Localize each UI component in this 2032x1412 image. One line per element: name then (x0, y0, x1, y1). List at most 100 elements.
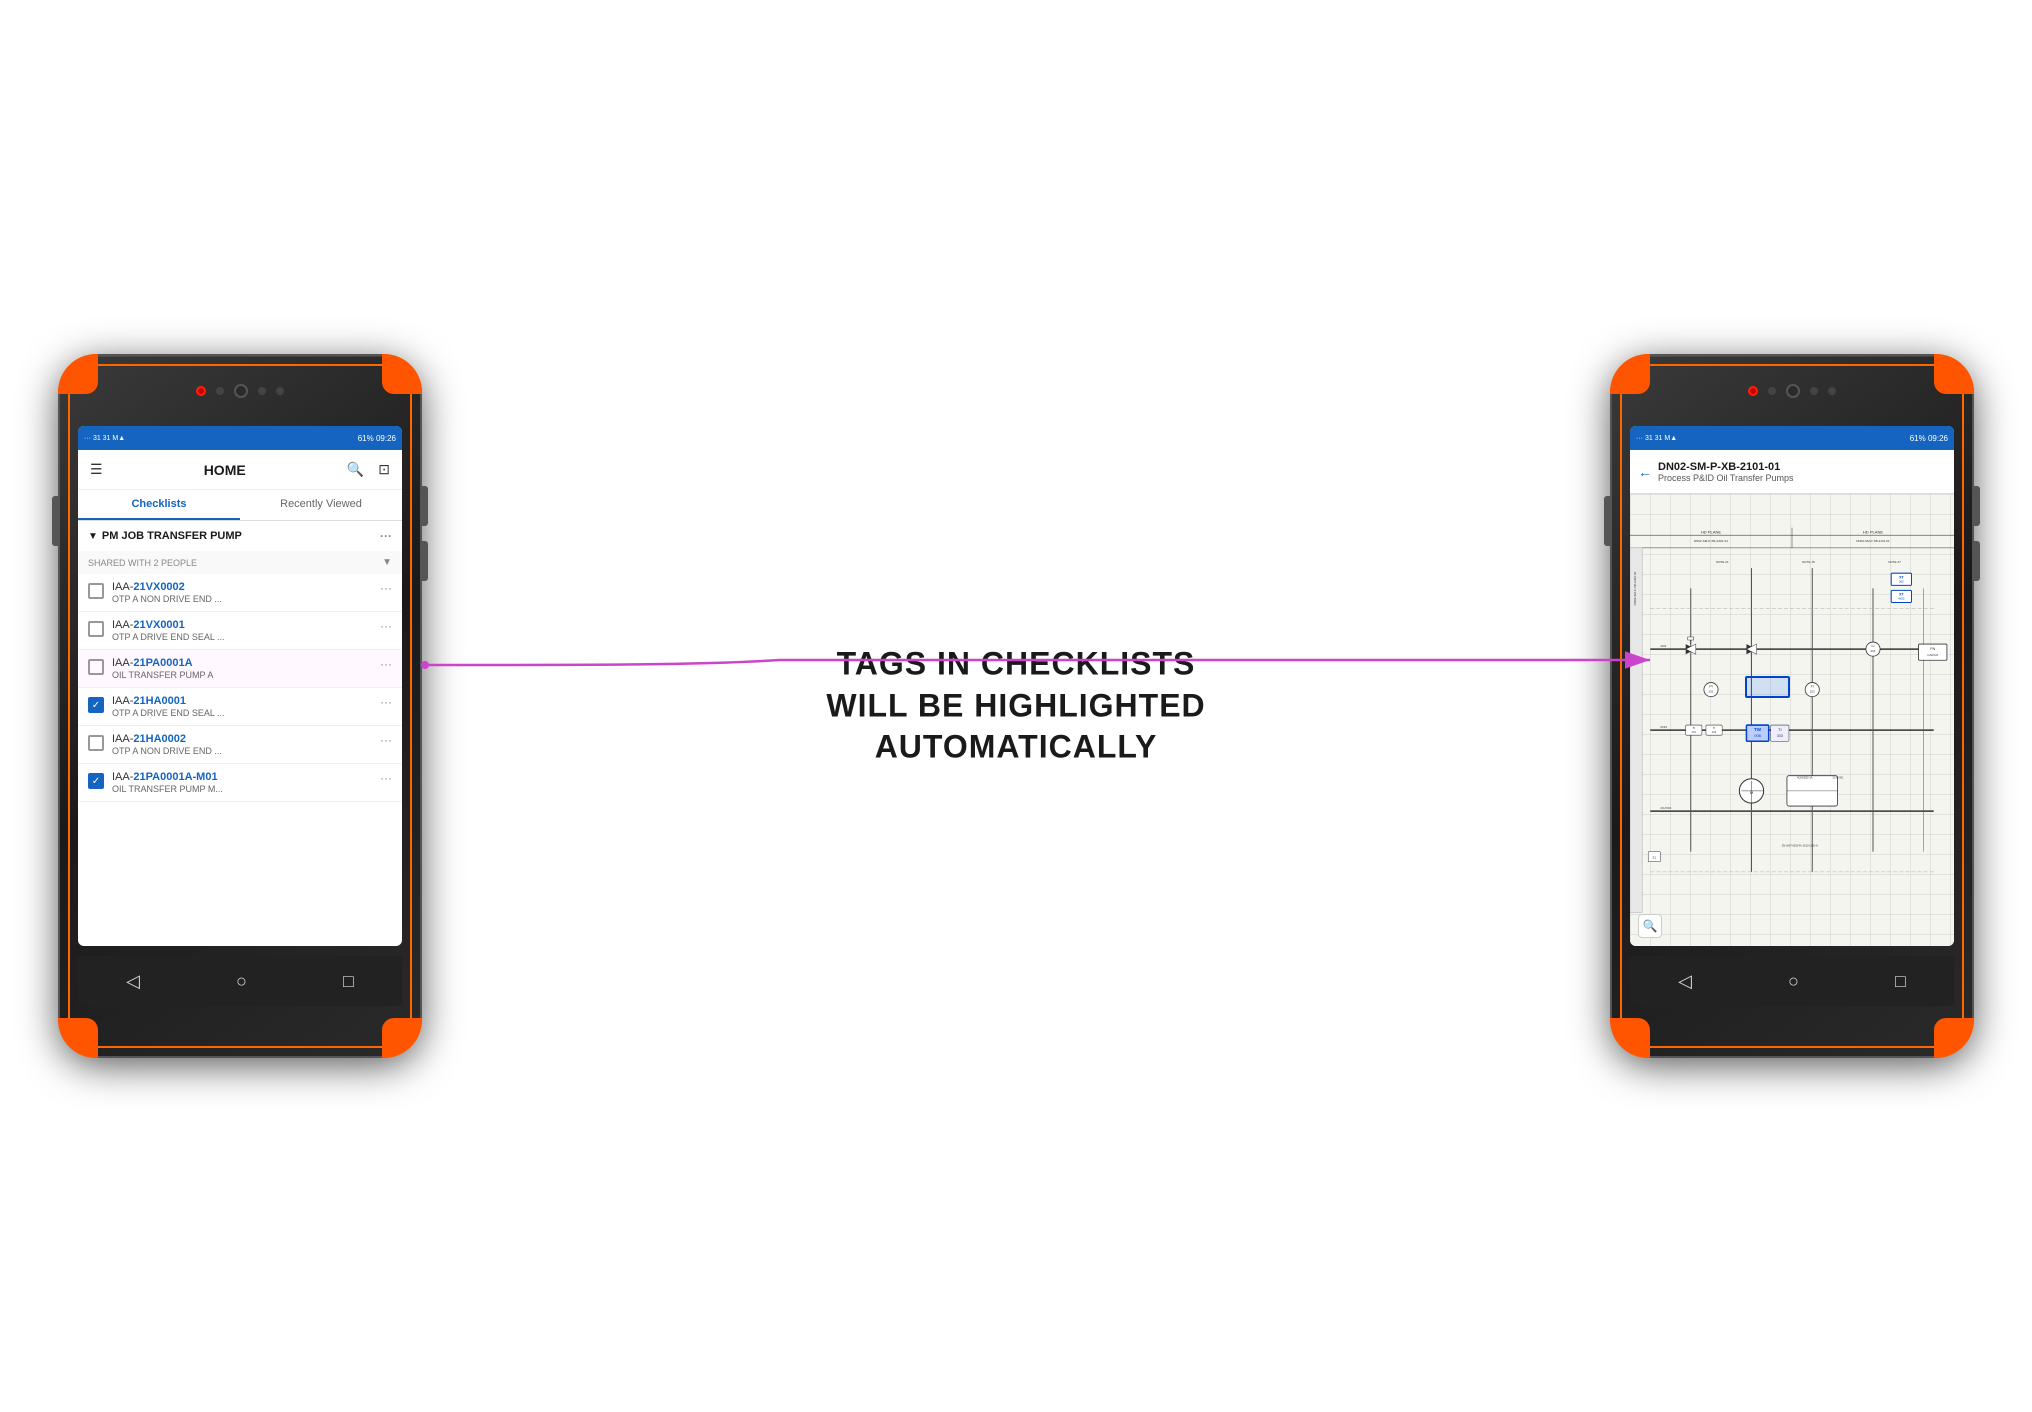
svg-text:HD PLANE: HD PLANE (1863, 530, 1884, 535)
checklist-item-3[interactable]: IAA-21PA0001A OIL TRANSFER PUMP A ··· (78, 650, 402, 688)
item-text-5: IAA-21HA0002 OTP A NON DRIVE END ... (112, 733, 372, 756)
corner-br (382, 1018, 422, 1058)
item-more-3[interactable]: ··· (380, 657, 392, 671)
item-prefix-6: IAA- (112, 771, 133, 783)
left-app-nav: ☰ HOME 🔍 ⊡ (78, 450, 402, 490)
item-more-2[interactable]: ··· (380, 619, 392, 633)
svg-text:ZN-0057-6250-PL-0210-1320-N: ZN-0057-6250-PL-0210-1320-N (1782, 845, 1818, 848)
right-corner-br (1934, 1018, 1974, 1058)
right-corner-bl (1610, 1018, 1650, 1058)
right-back-button[interactable]: ◁ (1678, 971, 1692, 992)
item-title-1: IAA-21VX0002 (112, 581, 372, 593)
pid-nav-title: DN02-SM-P-XB-2101-01 (1658, 461, 1794, 473)
svg-text:NOTE 21: NOTE 21 (1716, 560, 1729, 564)
item-title-2: IAA-21VX0001 (112, 619, 372, 631)
back-button[interactable]: ◁ (126, 971, 140, 992)
side-button-right-1 (422, 486, 428, 526)
item-more-6[interactable]: ··· (380, 771, 392, 785)
item-sub-4: OTP A DRIVE END SEAL ... (112, 708, 372, 718)
home-button[interactable]: ○ (236, 971, 247, 992)
checklist-item-6[interactable]: IAA-21PA0001A-M01 OIL TRANSFER PUMP M...… (78, 764, 402, 802)
center-message-text: TAGS IN CHECKLISTS WILL BE HIGHLIGHTED A… (826, 644, 1205, 769)
tab-checklists[interactable]: Checklists (78, 490, 240, 520)
checkbox-1[interactable] (88, 583, 104, 599)
side-button-left (52, 496, 58, 546)
search-icon[interactable]: 🔍 (347, 461, 364, 478)
checkbox-2[interactable] (88, 621, 104, 637)
svg-text:DN02-SM-P-XB-A302-S1: DN02-SM-P-XB-A302-S1 (1694, 539, 1728, 543)
svg-text:6CHDD52-1A: 6CHDD52-1A (1797, 777, 1813, 780)
right-sensor-dot-3 (1828, 387, 1836, 395)
svg-text:HD PLANE: HD PLANE (1701, 530, 1722, 535)
svg-text:151: 151 (1708, 690, 1713, 694)
svg-text:TI: TI (1692, 726, 1695, 730)
tabs-row: Checklists Recently Viewed (78, 490, 402, 521)
sensor-dot-2 (258, 387, 266, 395)
item-text-2: IAA-21VX0001 OTP A DRIVE END SEAL ... (112, 619, 372, 642)
checklist-items: IAA-21VX0002 OTP A NON DRIVE END ... ···… (78, 574, 402, 802)
item-more-4[interactable]: ··· (380, 695, 392, 709)
shared-label-text: SHARED WITH 2 PEOPLE (88, 558, 197, 568)
item-text-6: IAA-21PA0001A-M01 OIL TRANSFER PUMP M... (112, 771, 372, 794)
right-side-button-right-2 (1974, 541, 1980, 581)
checklist-item-1[interactable]: IAA-21VX0002 OTP A NON DRIVE END ... ··· (78, 574, 402, 612)
checkbox-5[interactable] (88, 735, 104, 751)
right-recents-button[interactable]: □ (1895, 971, 1906, 992)
left-phone-shell: ··· 31 31 M▲ 61% 09:26 ☰ HOME 🔍 ⊡ (60, 356, 420, 1056)
right-phone: ··· 31 31 M▲ 61% 09:26 ← DN02-SM-P-XB-21… (1612, 356, 1972, 1056)
item-tag-3: 21PA0001A (133, 657, 192, 669)
item-sub-3: OIL TRANSFER PUMP A (112, 670, 372, 680)
pid-diagram: HD PLANE DN02-SM-P-XB-A302-S1 HD PLANE D… (1630, 494, 1954, 946)
item-prefix-5: IAA- (112, 733, 133, 745)
svg-text:TI: TI (1778, 727, 1782, 732)
pid-nav-info: DN02-SM-P-XB-2101-01 Process P&ID Oil Tr… (1658, 461, 1794, 483)
pid-magnifier-icon[interactable]: 🔍 (1638, 914, 1662, 938)
recents-button[interactable]: □ (343, 971, 354, 992)
checklist-item-5[interactable]: IAA-21HA0002 OTP A NON DRIVE END ... ··· (78, 726, 402, 764)
right-home-button[interactable]: ○ (1788, 971, 1799, 992)
collapse-icon[interactable]: ▼ (88, 531, 98, 542)
checklist-item-4[interactable]: IAA-21HA0001 OTP A DRIVE END SEAL ... ··… (78, 688, 402, 726)
item-text-3: IAA-21PA0001A OIL TRANSFER PUMP A (112, 657, 372, 680)
checkbox-4[interactable] (88, 697, 104, 713)
section-title: PM JOB TRANSFER PUMP (102, 530, 242, 542)
section-more-icon[interactable]: ··· (380, 529, 392, 543)
right-corner-tl (1610, 354, 1650, 394)
right-sensor-dot-2 (1810, 387, 1818, 395)
svg-text:303: 303 (1777, 734, 1783, 738)
item-more-5[interactable]: ··· (380, 733, 392, 747)
scan-icon[interactable]: ⊡ (378, 461, 390, 478)
right-bottom-nav: ◁ ○ □ (1630, 956, 1954, 1006)
corner-tr (382, 354, 422, 394)
right-side-button-right-1 (1974, 486, 1980, 526)
item-text-1: IAA-21VX0002 OTP A NON DRIVE END ... (112, 581, 372, 604)
item-title-6: IAA-21PA0001A-M01 (112, 771, 372, 783)
left-phone-screen: ··· 31 31 M▲ 61% 09:26 ☰ HOME 🔍 ⊡ (78, 426, 402, 946)
right-phone-shell: ··· 31 31 M▲ 61% 09:26 ← DN02-SM-P-XB-21… (1612, 356, 1972, 1056)
pid-nav-sub: Process P&ID Oil Transfer Pumps (1658, 473, 1794, 483)
shared-collapse-icon[interactable]: ▼ (382, 557, 392, 568)
center-message: TAGS IN CHECKLISTS WILL BE HIGHLIGHTED A… (826, 644, 1205, 769)
checklist-item-2[interactable]: IAA-21VX0001 OTP A DRIVE END SEAL ... ··… (78, 612, 402, 650)
item-more-1[interactable]: ··· (380, 581, 392, 595)
item-prefix-2: IAA- (112, 619, 133, 631)
checkbox-6[interactable] (88, 773, 104, 789)
center-line3: AUTOMATICALLY (875, 729, 1158, 765)
item-tag-2: 21VX0001 (133, 619, 184, 631)
nav-icons: 🔍 ⊡ (347, 461, 390, 478)
svg-text:DN02-SM-P-XB-2101-01: DN02-SM-P-XB-2101-01 (1856, 539, 1890, 543)
left-status-left: ··· 31 31 M▲ (84, 435, 125, 442)
right-sensor-dot-1 (1768, 387, 1776, 395)
right-phone-sensors (1748, 384, 1836, 398)
item-tag-1: 21VX0002 (133, 581, 184, 593)
pid-back-button[interactable]: ← (1638, 464, 1652, 480)
checkbox-3[interactable] (88, 659, 104, 675)
svg-text:CARGO: CARGO (1927, 653, 1939, 657)
svg-text:FI: FI (1811, 685, 1814, 689)
item-prefix-4: IAA- (112, 695, 133, 707)
svg-text:006: 006 (1754, 733, 1762, 738)
tab-recently-viewed[interactable]: Recently Viewed (240, 490, 402, 520)
svg-text:102: 102 (1712, 731, 1717, 734)
hamburger-icon[interactable]: ☰ (90, 461, 103, 478)
svg-text:TW: TW (1754, 727, 1762, 732)
